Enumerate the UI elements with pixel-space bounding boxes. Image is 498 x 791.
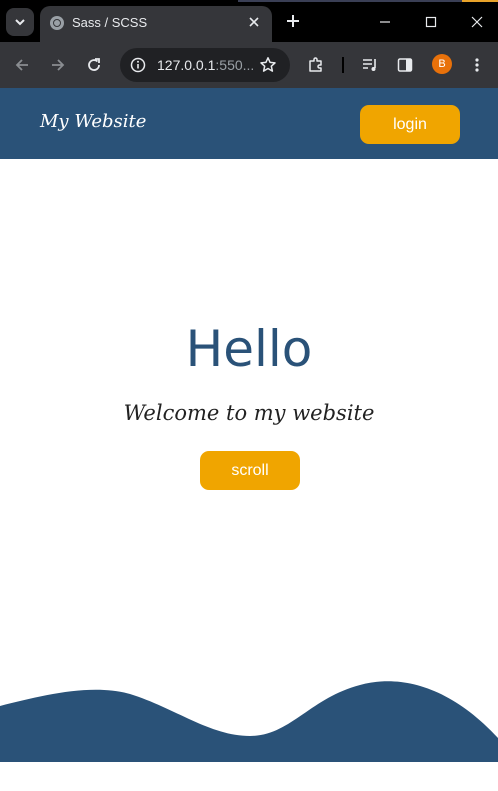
reload-button[interactable] bbox=[80, 51, 108, 79]
hero-title: Hello bbox=[185, 320, 313, 378]
profile-avatar[interactable]: B bbox=[432, 54, 452, 74]
scroll-button[interactable]: scroll bbox=[200, 451, 300, 490]
chevron-down-icon bbox=[15, 19, 25, 26]
puzzle-icon bbox=[309, 57, 322, 72]
window-close-button[interactable] bbox=[463, 8, 491, 36]
back-button[interactable] bbox=[8, 51, 36, 79]
globe-icon bbox=[50, 16, 64, 30]
site-header: My Website login bbox=[0, 88, 498, 159]
hero-subtitle: Welcome to my website bbox=[123, 401, 375, 425]
toolbar-divider bbox=[342, 57, 344, 73]
site-logo[interactable]: My Website bbox=[40, 111, 146, 132]
browser-menu-button[interactable] bbox=[463, 51, 491, 79]
maximize-icon bbox=[425, 16, 437, 28]
tab-search-button[interactable] bbox=[6, 8, 34, 36]
more-vert-icon bbox=[475, 58, 479, 72]
browser-toolbar: 127.0.0.1:550... B bbox=[0, 42, 498, 88]
login-button[interactable]: login bbox=[360, 105, 460, 144]
media-control-button[interactable] bbox=[356, 51, 384, 79]
minimize-button[interactable] bbox=[371, 8, 399, 36]
url-text: 127.0.0.1:550... bbox=[157, 57, 255, 73]
maximize-button[interactable] bbox=[417, 8, 445, 36]
close-icon bbox=[471, 16, 483, 28]
close-icon bbox=[249, 17, 259, 27]
tab-close-button[interactable] bbox=[244, 12, 264, 32]
browser-chrome: Sass / SCSS 127.0.0.1:550... B bbox=[0, 0, 498, 88]
bookmark-star-icon[interactable] bbox=[258, 55, 278, 75]
window-accent-line bbox=[238, 0, 498, 2]
arrow-left-icon bbox=[15, 59, 28, 71]
new-tab-button[interactable] bbox=[282, 10, 304, 32]
reload-icon bbox=[88, 58, 100, 71]
playlist-icon bbox=[363, 59, 376, 71]
plus-icon bbox=[287, 15, 299, 27]
browser-tab[interactable]: Sass / SCSS bbox=[40, 6, 272, 42]
address-bar[interactable]: 127.0.0.1:550... bbox=[120, 48, 290, 82]
site-info-icon[interactable] bbox=[128, 55, 148, 75]
tab-title: Sass / SCSS bbox=[72, 15, 148, 30]
side-panel-icon bbox=[397, 58, 413, 72]
footer-wave bbox=[0, 681, 498, 762]
tab-strip: Sass / SCSS bbox=[0, 0, 498, 42]
web-page: My Website login Hello Welcome to my web… bbox=[0, 88, 498, 791]
minimize-icon bbox=[380, 21, 390, 23]
arrow-right-icon bbox=[52, 59, 65, 71]
forward-button[interactable] bbox=[44, 51, 72, 79]
side-panel-button[interactable] bbox=[391, 51, 419, 79]
extensions-button[interactable] bbox=[302, 51, 330, 79]
